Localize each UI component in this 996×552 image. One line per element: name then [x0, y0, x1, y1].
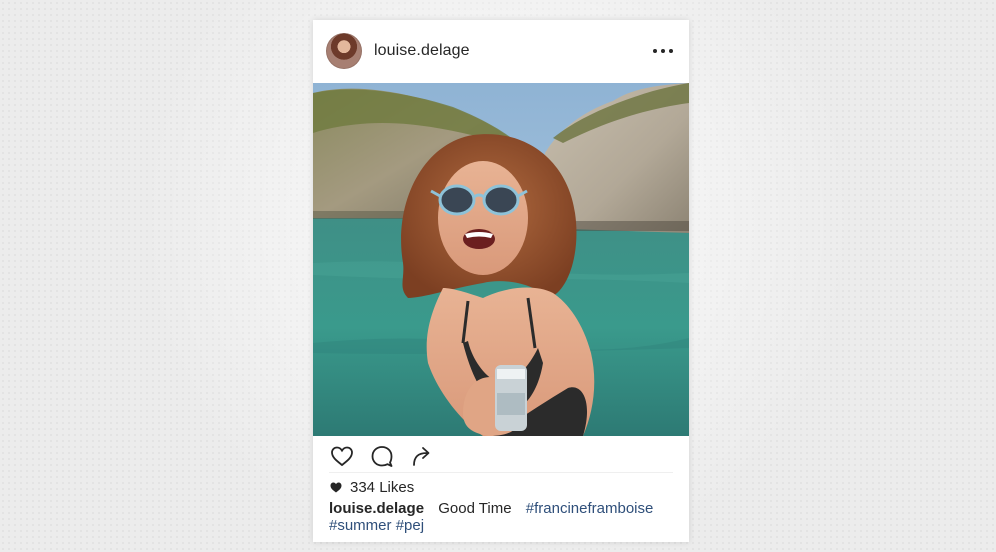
share-arrow-icon[interactable] — [409, 443, 435, 469]
likes-count[interactable]: 334 Likes — [330, 479, 414, 496]
more-options-icon[interactable] — [653, 42, 673, 60]
hashtag-link[interactable]: #francineframboise — [526, 500, 654, 517]
post-actions — [329, 443, 435, 469]
actions-divider — [329, 472, 673, 473]
post-caption: louise.delage Good Time #francineframboi… — [329, 500, 673, 534]
dot — [661, 49, 665, 53]
post-photo[interactable] — [313, 83, 689, 436]
hashtag-link[interactable]: #pej — [396, 517, 424, 534]
post-username[interactable]: louise.delage — [374, 42, 470, 60]
heart-filled-icon — [330, 482, 342, 493]
hashtag-link[interactable]: #summer — [329, 517, 392, 534]
likes-label: 334 Likes — [350, 479, 415, 496]
dot — [669, 49, 673, 53]
caption-text: Good Time — [438, 500, 512, 517]
comment-bubble-icon[interactable] — [369, 443, 395, 469]
post-photo-image — [313, 83, 689, 436]
heart-outline-icon[interactable] — [329, 443, 355, 469]
post-header: louise.delage — [313, 20, 689, 83]
dot — [653, 49, 657, 53]
instagram-post-card: louise.delage 334 Likes louise.delage Go… — [313, 20, 689, 542]
user-avatar[interactable] — [326, 33, 362, 69]
caption-username[interactable]: louise.delage — [329, 500, 424, 517]
